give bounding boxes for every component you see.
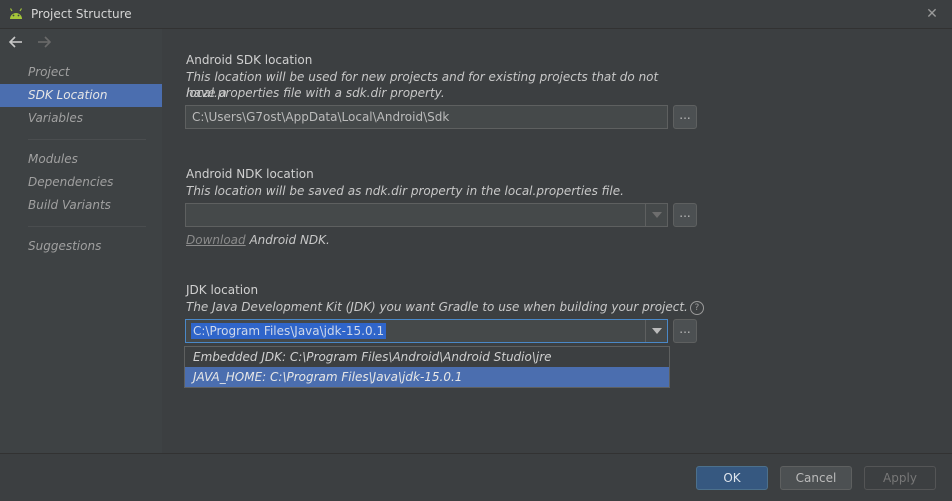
ndk-location-title: Android NDK location: [186, 167, 314, 181]
back-arrow-icon[interactable]: [8, 34, 24, 50]
sidebar-item-build-variants[interactable]: Build Variants: [0, 194, 162, 217]
sidebar-separator: [28, 139, 146, 140]
sdk-location-description-line2: local.properties file with a sdk.dir pro…: [186, 86, 445, 100]
ndk-location-description: This location will be saved as ndk.dir p…: [186, 184, 624, 198]
sidebar-item-project[interactable]: Project: [0, 61, 162, 84]
apply-button[interactable]: Apply: [864, 466, 936, 490]
sdk-location-panel: Android SDK location This location will …: [163, 29, 952, 453]
jdk-path-value: C:\Program Files\Java\jdk-15.0.1: [191, 323, 387, 339]
project-structure-dialog: Project Structure ✕ Project SDK Location…: [0, 0, 952, 501]
sidebar-item-modules[interactable]: Modules: [0, 148, 162, 171]
window-title: Project Structure: [31, 7, 132, 21]
help-icon[interactable]: ?: [689, 300, 704, 315]
jdk-browse-button[interactable]: ...: [673, 319, 697, 343]
ndk-download-line: Download Android NDK.: [186, 233, 330, 247]
sidebar-item-sdk-location[interactable]: SDK Location: [0, 84, 162, 107]
jdk-dropdown-toggle[interactable]: [645, 320, 667, 342]
jdk-options-popup: Embedded JDK: C:\Program Files\Android\A…: [184, 346, 670, 388]
sdk-path-field[interactable]: C:\Users\G7ost\AppData\Local\Android\Sdk: [185, 105, 668, 129]
title-bar: Project Structure ✕: [0, 0, 952, 29]
jdk-description-text: The Java Development Kit (JDK) you want …: [186, 300, 688, 314]
forward-arrow-icon[interactable]: [36, 34, 52, 50]
sidebar: Project SDK Location Variables Modules D…: [0, 29, 162, 453]
ndk-path-value: [191, 207, 195, 223]
sidebar-panel: Project SDK Location Variables Modules D…: [0, 29, 162, 453]
sdk-browse-button[interactable]: ...: [673, 105, 697, 129]
chevron-down-icon: [651, 328, 662, 334]
jdk-location-title: JDK location: [186, 283, 259, 297]
sidebar-item-dependencies[interactable]: Dependencies: [0, 171, 162, 194]
jdk-option-embedded[interactable]: Embedded JDK: C:\Program Files\Android\A…: [185, 347, 669, 367]
android-icon: [9, 8, 23, 19]
sidebar-item-variables[interactable]: Variables: [0, 107, 162, 130]
sdk-location-title: Android SDK location: [186, 53, 313, 67]
jdk-location-description: The Java Development Kit (JDK) you want …: [186, 299, 706, 315]
jdk-option-java-home[interactable]: JAVA_HOME: C:\Program Files\Java\jdk-15.…: [185, 367, 669, 387]
close-icon[interactable]: ✕: [924, 6, 940, 22]
cancel-button[interactable]: Cancel: [780, 466, 852, 490]
jdk-path-combo[interactable]: C:\Program Files\Java\jdk-15.0.1: [185, 319, 668, 343]
ndk-path-combo[interactable]: [185, 203, 668, 227]
ndk-browse-button[interactable]: ...: [673, 203, 697, 227]
ok-button[interactable]: OK: [696, 466, 768, 490]
sidebar-item-suggestions[interactable]: Suggestions: [0, 235, 162, 258]
sidebar-separator: [28, 226, 146, 227]
nav-arrows: [8, 34, 52, 50]
ndk-download-link[interactable]: Download: [186, 233, 246, 247]
ndk-dropdown-toggle[interactable]: [645, 204, 667, 226]
dialog-footer: OK Cancel Apply: [0, 453, 952, 501]
chevron-down-icon: [651, 212, 662, 218]
ndk-download-suffix: Android NDK.: [245, 233, 330, 247]
